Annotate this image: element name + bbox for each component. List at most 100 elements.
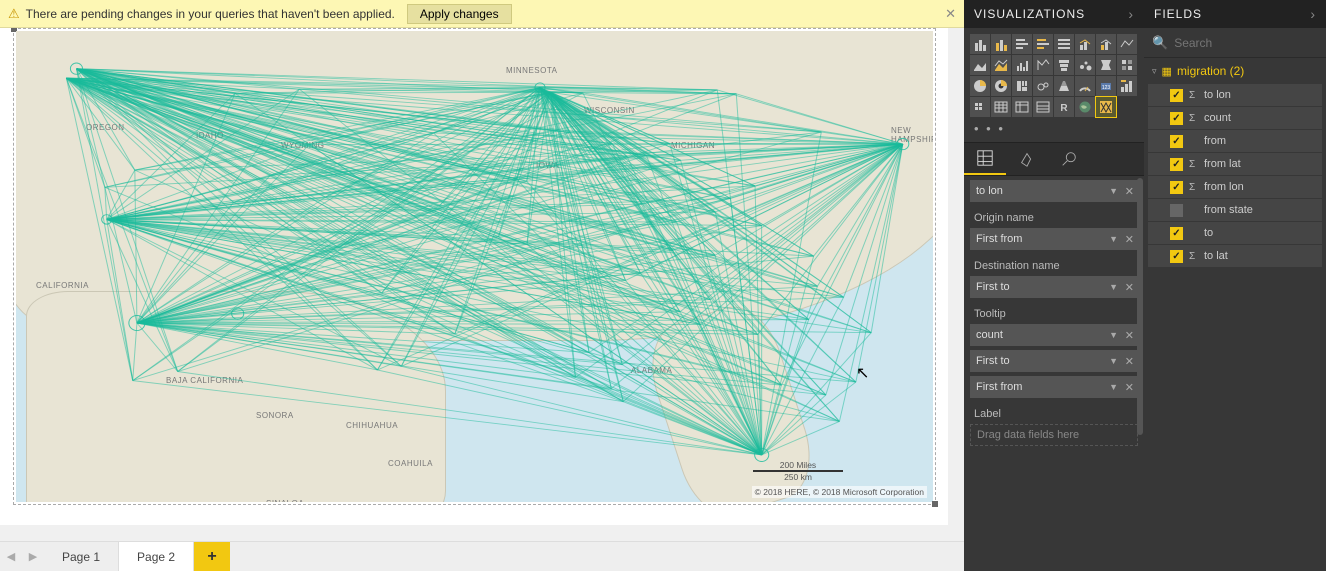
checkbox-icon[interactable]: ✓ xyxy=(1170,89,1183,102)
viz-type-icon[interactable] xyxy=(1012,76,1032,96)
tab-page-1[interactable]: Page 1 xyxy=(44,542,119,571)
viz-type-icon[interactable]: 123 xyxy=(1096,76,1116,96)
field-to[interactable]: ✓to xyxy=(1148,222,1322,244)
viz-type-icon[interactable] xyxy=(1012,34,1032,54)
viz-type-icon[interactable] xyxy=(1054,76,1074,96)
viz-type-icon[interactable] xyxy=(991,34,1011,54)
checkbox-icon[interactable]: ✓ xyxy=(1170,181,1183,194)
well-placeholder-label[interactable]: Drag data fields here xyxy=(970,424,1138,446)
expand-icon[interactable]: ▿ xyxy=(1152,66,1157,77)
visualizations-header[interactable]: VISUALIZATIONS › xyxy=(964,0,1144,28)
svg-text:123: 123 xyxy=(1102,85,1111,91)
vertical-scrollbar[interactable] xyxy=(948,28,964,525)
checkbox-icon[interactable]: ✓ xyxy=(1170,250,1183,263)
viz-type-icon[interactable] xyxy=(1033,97,1053,117)
field-from[interactable]: ✓from xyxy=(1148,130,1322,152)
notification-bar: ⚠ There are pending changes in your quer… xyxy=(0,0,964,28)
viz-type-icon[interactable] xyxy=(1117,55,1137,75)
viz-type-icon[interactable] xyxy=(1096,55,1116,75)
map-credits: © 2018 HERE, © 2018 Microsoft Corporatio… xyxy=(752,486,927,498)
viz-type-icon[interactable] xyxy=(1054,55,1074,75)
well-label-destination-name: Destination name xyxy=(964,254,1144,276)
close-notification-icon[interactable]: ✕ xyxy=(945,6,956,22)
search-input[interactable] xyxy=(1174,36,1326,50)
sigma-icon: Σ xyxy=(1189,251,1199,262)
viz-type-icon[interactable] xyxy=(1033,55,1053,75)
add-page-button[interactable]: + xyxy=(194,542,230,571)
field-to-lon[interactable]: ✓Σto lon xyxy=(1148,84,1322,106)
tab-page-2[interactable]: Page 2 xyxy=(119,542,194,571)
more-visuals-button[interactable]: • • • xyxy=(964,119,1144,142)
chevron-down-icon[interactable]: ▼ xyxy=(1109,282,1118,292)
map-visual[interactable]: OREGON IDAHO WYOMING MINNESOTA WISCONSIN… xyxy=(13,28,936,505)
field-count[interactable]: ✓Σcount xyxy=(1148,107,1322,129)
viz-type-icon[interactable] xyxy=(1033,34,1053,54)
fields-header[interactable]: FIELDS › xyxy=(1144,0,1326,28)
well-item-first-to-2[interactable]: First to▼✕ xyxy=(970,350,1138,372)
field-from-lon[interactable]: ✓Σfrom lon xyxy=(1148,176,1322,198)
remove-field-icon[interactable]: ✕ xyxy=(1125,381,1134,394)
svg-text:R: R xyxy=(1060,103,1068,114)
chevron-down-icon[interactable]: ▼ xyxy=(1109,356,1118,366)
viz-type-icon[interactable]: R xyxy=(1054,97,1074,117)
remove-field-icon[interactable]: ✕ xyxy=(1125,185,1134,198)
well-item-count[interactable]: count▼✕ xyxy=(970,324,1138,346)
viz-type-icon[interactable] xyxy=(970,55,990,75)
well-label-origin-name: Origin name xyxy=(964,206,1144,228)
table-migration[interactable]: ▿ ▦ migration (2) xyxy=(1144,58,1326,84)
remove-field-icon[interactable]: ✕ xyxy=(1125,233,1134,246)
viz-type-icon[interactable] xyxy=(991,97,1011,117)
viz-type-icon[interactable] xyxy=(970,34,990,54)
viz-type-icon[interactable] xyxy=(1012,97,1032,117)
apply-changes-button[interactable]: Apply changes xyxy=(407,4,512,24)
well-item-to-lon[interactable]: to lon▼✕ xyxy=(970,180,1138,202)
fields-well-tab[interactable] xyxy=(964,143,1006,175)
warning-icon: ⚠ xyxy=(8,6,20,22)
checkbox-icon[interactable]: ✓ xyxy=(1170,158,1183,171)
horizontal-scrollbar[interactable] xyxy=(0,525,964,541)
viz-type-icon[interactable] xyxy=(970,76,990,96)
viz-type-icon[interactable] xyxy=(1075,97,1095,117)
field-name: from lat xyxy=(1204,158,1241,170)
viz-type-icon[interactable] xyxy=(1033,76,1053,96)
tabs-prev-button[interactable]: ◀ xyxy=(0,542,22,571)
viz-type-icon[interactable] xyxy=(991,76,1011,96)
viz-type-icon[interactable] xyxy=(1012,55,1032,75)
well-item-first-to[interactable]: First to▼✕ xyxy=(970,276,1138,298)
well-item-first-from-2[interactable]: First from▼✕ xyxy=(970,376,1138,398)
viz-type-icon[interactable] xyxy=(1054,34,1074,54)
chevron-down-icon[interactable]: ▼ xyxy=(1109,234,1118,244)
viz-type-icon[interactable] xyxy=(1096,34,1116,54)
viz-type-icon[interactable] xyxy=(1075,76,1095,96)
checkbox-icon[interactable]: ✓ xyxy=(1170,135,1183,148)
format-tab[interactable] xyxy=(1006,143,1048,175)
field-from-lat[interactable]: ✓Σfrom lat xyxy=(1148,153,1322,175)
viz-type-icon[interactable] xyxy=(1117,76,1137,96)
collapse-viz-icon[interactable]: › xyxy=(1128,6,1134,22)
sigma-icon: Σ xyxy=(1189,113,1199,124)
viz-type-icon[interactable] xyxy=(1075,34,1095,54)
viz-type-icon[interactable] xyxy=(1117,34,1137,54)
chevron-down-icon[interactable]: ▼ xyxy=(1109,186,1118,196)
chevron-down-icon[interactable]: ▼ xyxy=(1109,330,1118,340)
remove-field-icon[interactable]: ✕ xyxy=(1125,355,1134,368)
checkbox-icon[interactable]: ✓ xyxy=(1170,227,1183,240)
well-label-tooltip: Tooltip xyxy=(964,302,1144,324)
remove-field-icon[interactable]: ✕ xyxy=(1125,281,1134,294)
collapse-fields-icon[interactable]: › xyxy=(1310,6,1316,22)
viz-type-icon[interactable] xyxy=(1075,55,1095,75)
checkbox-icon[interactable]: ✓ xyxy=(1170,204,1183,217)
fields-search[interactable]: 🔍 xyxy=(1144,28,1326,58)
viz-type-icon[interactable] xyxy=(1096,97,1116,117)
viz-type-icon[interactable] xyxy=(970,97,990,117)
map-surface[interactable]: OREGON IDAHO WYOMING MINNESOTA WISCONSIN… xyxy=(16,31,933,502)
viz-type-icon[interactable] xyxy=(991,55,1011,75)
field-from-state[interactable]: ✓from state xyxy=(1148,199,1322,221)
chevron-down-icon[interactable]: ▼ xyxy=(1109,382,1118,392)
checkbox-icon[interactable]: ✓ xyxy=(1170,112,1183,125)
well-item-first-from[interactable]: First from▼✕ xyxy=(970,228,1138,250)
field-to-lat[interactable]: ✓Σto lat xyxy=(1148,245,1322,267)
analytics-tab[interactable] xyxy=(1048,143,1090,175)
remove-field-icon[interactable]: ✕ xyxy=(1125,329,1134,342)
tabs-next-button[interactable]: ▶ xyxy=(22,542,44,571)
